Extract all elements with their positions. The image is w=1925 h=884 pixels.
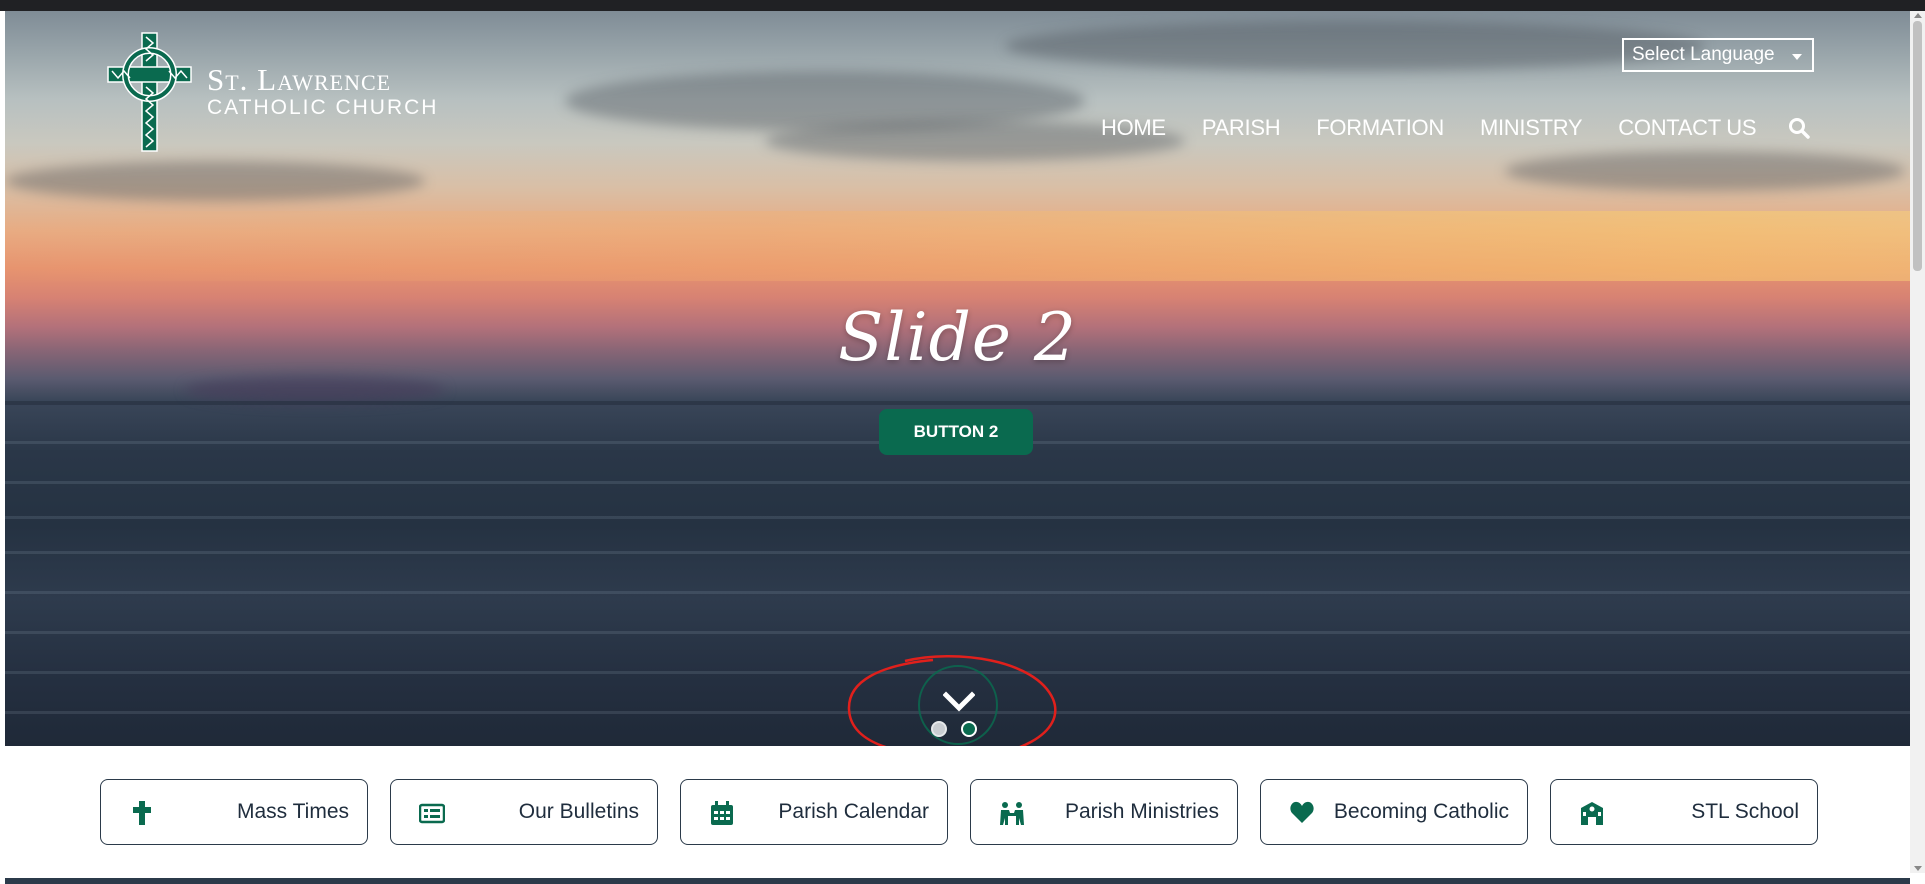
cloud	[1505, 151, 1905, 191]
wave	[5, 591, 1910, 594]
vertical-scrollbar[interactable]	[1910, 11, 1925, 873]
scrollbar-thumb[interactable]	[1913, 21, 1922, 271]
footer-strip	[5, 878, 1910, 884]
wave	[5, 631, 1910, 634]
cloud	[5, 161, 425, 201]
nav-contact-us[interactable]: CONTACT US	[1618, 115, 1756, 141]
quicklink-becoming-catholic[interactable]: Becoming Catholic	[1260, 779, 1528, 845]
page: St. Lawrence CATHOLIC CHURCH Select Lang…	[5, 11, 1910, 884]
horizon-line	[5, 401, 1910, 405]
newspaper-icon	[419, 803, 445, 824]
quick-links: Mass Times Our Bulletins Parish Calendar…	[100, 779, 1818, 845]
school-icon	[1581, 802, 1603, 825]
nav-ministry[interactable]: MINISTRY	[1480, 115, 1583, 141]
cloud	[1005, 21, 1705, 71]
quicklink-mass-times[interactable]: Mass Times	[100, 779, 368, 845]
quicklink-label: Parish Ministries	[1064, 800, 1219, 823]
scroll-down-arrow-icon[interactable]	[1914, 866, 1922, 871]
wave	[5, 551, 1910, 554]
quicklink-parish-ministries[interactable]: Parish Ministries	[970, 779, 1238, 845]
scroll-up-arrow-icon[interactable]	[1914, 13, 1922, 18]
annotation-circle	[847, 655, 1057, 746]
nav-formation[interactable]: FORMATION	[1316, 115, 1444, 141]
quicklink-parish-calendar[interactable]: Parish Calendar	[680, 779, 948, 845]
caret-down-icon	[1792, 54, 1802, 60]
cloud	[185, 376, 445, 404]
celtic-cross-icon	[107, 32, 192, 152]
slide-button[interactable]: BUTTON 2	[879, 409, 1033, 455]
church-name: St. Lawrence	[207, 62, 392, 97]
search-icon[interactable]	[1788, 117, 1811, 139]
browser-top-strip	[0, 0, 1925, 11]
quicklink-stl-school[interactable]: STL School	[1550, 779, 1818, 845]
main-nav: HOME PARISH FORMATION MINISTRY CONTACT U…	[1101, 108, 1811, 148]
quicklink-label: Mass Times	[236, 800, 349, 823]
site-logo[interactable]: St. Lawrence CATHOLIC CHURCH	[102, 27, 462, 157]
quicklink-label: Parish Calendar	[778, 800, 929, 823]
heart-icon	[1290, 801, 1314, 823]
nav-parish[interactable]: PARISH	[1202, 115, 1281, 141]
language-select[interactable]: Select Language	[1622, 38, 1814, 72]
language-select-label: Select Language	[1632, 44, 1775, 65]
hero-slider: St. Lawrence CATHOLIC CHURCH Select Lang…	[5, 11, 1910, 746]
calendar-icon	[711, 801, 733, 825]
quicklink-label: Our Bulletins	[518, 800, 639, 823]
quicklink-our-bulletins[interactable]: Our Bulletins	[390, 779, 658, 845]
nav-home[interactable]: HOME	[1101, 115, 1166, 141]
wave	[5, 481, 1910, 484]
slide-title: Slide 2	[838, 299, 1077, 376]
quicklink-label: Becoming Catholic	[1333, 800, 1509, 823]
wave	[5, 516, 1910, 519]
cross-icon	[133, 801, 151, 825]
church-subtitle: CATHOLIC CHURCH	[207, 96, 439, 119]
quicklink-label: STL School	[1691, 800, 1799, 823]
people-icon	[1000, 802, 1024, 825]
sunset-glow	[5, 211, 1910, 281]
